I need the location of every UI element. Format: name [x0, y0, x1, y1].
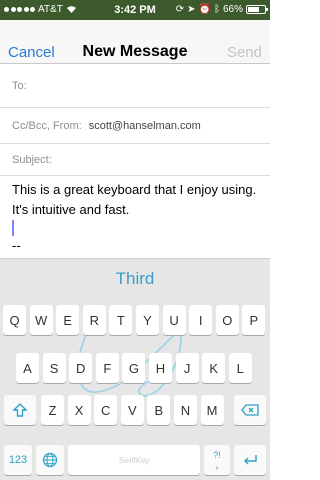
key-g[interactable]: G: [122, 353, 146, 383]
key-u[interactable]: U: [162, 305, 186, 335]
shift-key[interactable]: [4, 395, 36, 425]
ccbcc-label: Cc/Bcc, From:: [12, 120, 82, 132]
key-q[interactable]: Q: [3, 305, 26, 335]
battery-icon: [246, 5, 268, 14]
backspace-icon: [241, 404, 259, 416]
key-d[interactable]: D: [69, 353, 93, 383]
sync-icon: ⟳: [175, 4, 185, 15]
body-line: It's intuitive and fast.: [12, 202, 130, 217]
from-value: scott@hanselman.com: [88, 120, 201, 132]
key-t[interactable]: T: [109, 305, 133, 335]
key-w[interactable]: W: [29, 305, 53, 335]
ccbcc-from-field[interactable]: Cc/Bcc, From: scott@hanselman.com: [0, 108, 270, 144]
key-b[interactable]: B: [147, 395, 171, 425]
to-field[interactable]: To:: [0, 64, 270, 108]
key-h[interactable]: H: [149, 353, 172, 383]
send-button[interactable]: Send: [227, 44, 262, 61]
key-s[interactable]: S: [42, 353, 66, 383]
key-n[interactable]: N: [174, 395, 197, 425]
key-a[interactable]: A: [16, 353, 39, 383]
space-bar[interactable]: SwiftKey: [68, 445, 200, 475]
key-p[interactable]: P: [242, 305, 266, 335]
body-line: This is a great keyboard that I enjoy us…: [12, 182, 257, 197]
key-x[interactable]: X: [67, 395, 91, 425]
shift-icon: [12, 403, 28, 417]
punct-bottom: ,: [215, 457, 219, 471]
globe-icon: [42, 452, 58, 468]
battery-percent: 66%: [222, 4, 243, 15]
message-body[interactable]: This is a great keyboard that I enjoy us…: [12, 180, 262, 220]
return-key[interactable]: [234, 445, 266, 475]
numbers-key[interactable]: 123: [4, 445, 32, 475]
key-r[interactable]: R: [82, 305, 106, 335]
key-k[interactable]: K: [202, 353, 226, 383]
status-bar: AT&T 3:42 PM ⟳ ➤ ⏰ ᛒ 66%: [0, 0, 270, 20]
prediction-candidate[interactable]: Third: [0, 269, 270, 289]
alarm-icon: ⏰: [198, 4, 211, 15]
key-j[interactable]: J: [175, 353, 199, 383]
key-m[interactable]: M: [200, 395, 224, 425]
location-icon: ➤: [187, 4, 196, 15]
key-c[interactable]: C: [94, 395, 118, 425]
signature: --: [12, 238, 21, 253]
bluetooth-icon: ᛒ: [213, 4, 220, 15]
key-i[interactable]: I: [189, 305, 213, 335]
key-z[interactable]: Z: [41, 395, 64, 425]
backspace-key[interactable]: [234, 395, 266, 425]
to-label: To:: [12, 80, 27, 92]
key-l[interactable]: L: [228, 353, 252, 383]
punctuation-key[interactable]: ?! ,: [204, 445, 230, 475]
subject-label: Subject:: [12, 154, 52, 166]
key-o[interactable]: O: [215, 305, 239, 335]
key-v[interactable]: V: [120, 395, 144, 425]
return-icon: [244, 455, 257, 465]
key-f[interactable]: F: [95, 353, 119, 383]
keyboard: Third QWERTYUIOP ASDFGHJKL ZXCVBNM 123 S…: [0, 258, 270, 480]
key-y[interactable]: Y: [136, 305, 159, 335]
key-e[interactable]: E: [56, 305, 80, 335]
subject-field[interactable]: Subject:: [0, 144, 270, 176]
navigation-bar: Cancel New Message Send: [0, 20, 270, 64]
text-cursor: [12, 220, 14, 236]
globe-key[interactable]: [36, 445, 64, 475]
swiftkey-logo: SwiftKey: [118, 455, 150, 465]
status-right: ⟳ ➤ ⏰ ᛒ 66%: [175, 4, 268, 15]
